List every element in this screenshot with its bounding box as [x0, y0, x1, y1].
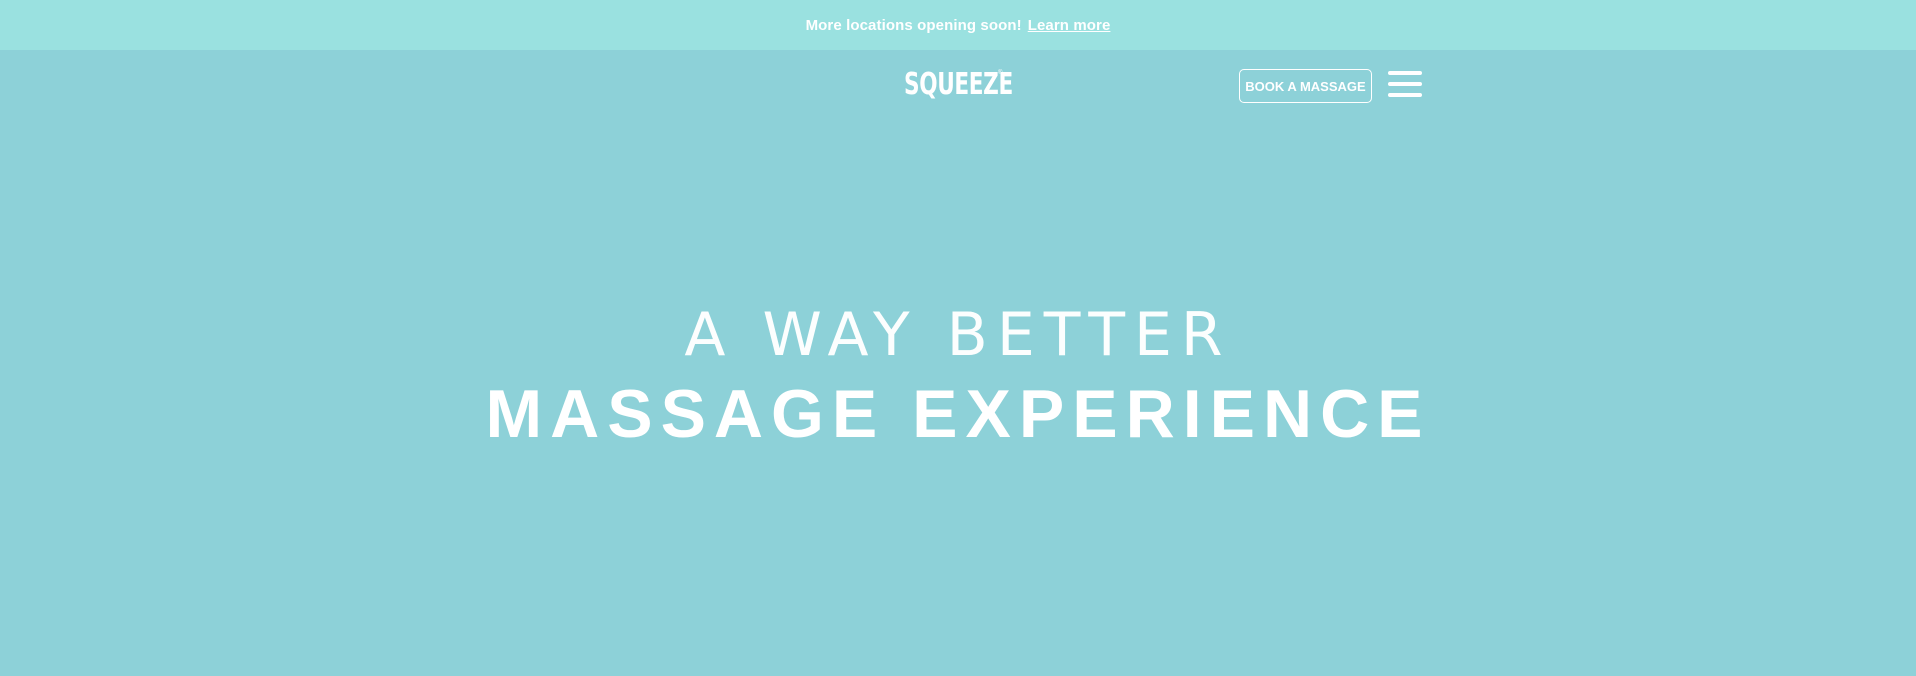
announcement-message: More locations opening soon! [805, 16, 1022, 34]
hero-heading-line1: A WAY BETTER [684, 300, 1232, 370]
hamburger-menu-icon[interactable] [1388, 70, 1424, 100]
announcement-bar: More locations opening soon! Learn more [0, 0, 1916, 50]
book-a-massage-button[interactable]: BOOK A MASSAGE [1239, 69, 1372, 103]
learn-more-link[interactable]: Learn more [1028, 17, 1111, 34]
hero-section: A WAY BETTER MASSAGE EXPERIENCE [0, 300, 1916, 452]
hero-heading-line2: MASSAGE EXPERIENCE [485, 376, 1431, 452]
squeeze-logo[interactable]: SQUEEZE ® [904, 68, 1013, 102]
site-header: SQUEEZE ® BOOK A MASSAGE [0, 50, 1916, 120]
menu-bar-bottom [1388, 93, 1422, 97]
logo-wordmark: SQUEEZE [904, 67, 1013, 102]
menu-bar-middle [1388, 82, 1422, 86]
menu-bar-top [1388, 71, 1422, 75]
registered-mark: ® [998, 70, 1003, 76]
